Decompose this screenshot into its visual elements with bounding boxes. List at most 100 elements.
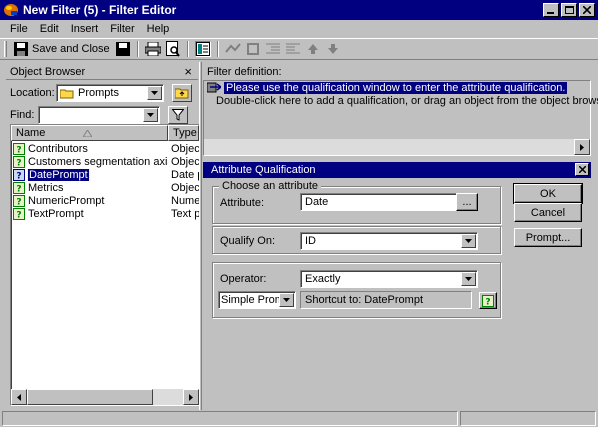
attribute-qualification-title: Attribute Qualification: [211, 164, 316, 176]
disabled-move-up-button[interactable]: [305, 41, 321, 57]
column-header-name[interactable]: Name: [11, 125, 168, 141]
cancel-label: Cancel: [530, 206, 566, 219]
filter-definition-label: Filter definition:: [207, 66, 282, 78]
list-item[interactable]: ? NumericPrompt Numer: [11, 194, 199, 207]
filter-button[interactable]: [168, 106, 188, 124]
find-label: Find:: [10, 109, 35, 121]
browse-attribute-button[interactable]: ...: [456, 193, 478, 211]
location-dropdown-arrow[interactable]: [147, 86, 162, 100]
cancel-button[interactable]: Cancel: [514, 203, 582, 222]
find-input[interactable]: [38, 106, 160, 124]
prompt-icon: ?: [13, 142, 25, 155]
prompt-icon: ?: [482, 294, 494, 307]
chevron-down-icon: [465, 239, 472, 243]
chevron-down-icon: [465, 277, 472, 281]
item-type: Object: [171, 155, 199, 168]
operator-dropdown[interactable]: Exactly: [300, 270, 478, 288]
prompt-button[interactable]: Prompt...: [514, 228, 582, 247]
find-dropdown-arrow[interactable]: [143, 108, 158, 122]
parent-folder-button[interactable]: [172, 84, 192, 102]
location-value: Prompts: [78, 87, 119, 99]
save-and-close-button[interactable]: Save and Close: [11, 40, 113, 58]
menu-file[interactable]: File: [4, 23, 34, 35]
operator-label: Operator:: [220, 273, 267, 285]
location-dropdown[interactable]: Prompts: [56, 84, 164, 102]
print-preview-button[interactable]: [165, 41, 181, 57]
scroll-right-button[interactable]: [574, 139, 590, 155]
menu-edit[interactable]: Edit: [34, 23, 65, 35]
maximize-button[interactable]: [561, 3, 577, 17]
toolbar-separator: [186, 41, 189, 57]
filter-definition-panel: Filter definition: Please use the qualif…: [203, 64, 598, 156]
column-header-type[interactable]: Type: [168, 125, 199, 141]
menu-help[interactable]: Help: [141, 23, 176, 35]
object-browser-toggle-button[interactable]: [194, 41, 211, 57]
attribute-field[interactable]: Date: [300, 193, 457, 211]
svg-text:?: ?: [16, 210, 21, 220]
maximize-icon: [564, 6, 574, 14]
arrow-up-icon: [307, 44, 318, 54]
list-item[interactable]: ? Metrics Object: [11, 181, 199, 194]
toolbar: Save and Close: [0, 38, 598, 60]
object-list-hscrollbar[interactable]: [11, 389, 199, 405]
attribute-qualification-titlebar[interactable]: Attribute Qualification: [203, 162, 591, 178]
minimize-icon: [547, 12, 554, 14]
prompt-icon: ?: [13, 181, 25, 194]
item-name: Customers segmentation axis: [28, 155, 168, 168]
filter-line[interactable]: Double-click here to add a qualification…: [204, 94, 598, 107]
list-item[interactable]: ? Customers segmentation axis Object: [11, 155, 199, 168]
panel-splitter[interactable]: [199, 62, 202, 410]
filter-definition-area[interactable]: Please use the qualification window to e…: [203, 80, 598, 156]
minimize-button[interactable]: [543, 3, 559, 17]
arrow-down-icon: [327, 44, 338, 54]
scroll-thumb[interactable]: [27, 389, 153, 405]
menu-filter[interactable]: Filter: [104, 23, 140, 35]
filter-line-text: Please use the qualification window to e…: [224, 81, 568, 94]
scroll-right-button[interactable]: [183, 389, 199, 405]
edit-icon: [246, 43, 259, 55]
prompt-icon: ?: [13, 155, 25, 168]
item-type: Text p: [171, 207, 199, 220]
close-button[interactable]: [579, 3, 595, 17]
item-type: Numer: [171, 194, 199, 207]
arrow-left-icon: [17, 393, 21, 401]
prompt-shortcut-button[interactable]: ?: [479, 292, 497, 309]
toolbar-separator: [216, 41, 219, 57]
browse-label: ...: [462, 196, 472, 208]
qualify-on-dropdown[interactable]: ID: [300, 232, 478, 250]
menu-insert[interactable]: Insert: [65, 23, 105, 35]
list-item[interactable]: ? TextPrompt Text p: [11, 207, 199, 220]
ok-label: OK: [540, 187, 556, 200]
window-titlebar[interactable]: New Filter (5) - Filter Editor: [0, 0, 598, 20]
filter-line-selected[interactable]: Please use the qualification window to e…: [204, 81, 590, 94]
attribute-qualification-close-button[interactable]: [575, 163, 589, 176]
disabled-outdent-button[interactable]: [285, 41, 301, 57]
value-type-dropdown-arrow[interactable]: [279, 293, 294, 307]
list-item[interactable]: ? Contributors Object: [11, 142, 199, 155]
toolbar-grip[interactable]: [4, 41, 7, 57]
sort-ascending-icon: [83, 129, 93, 137]
arrow-right-icon: [580, 143, 584, 151]
status-pane-secondary: [460, 411, 596, 426]
item-name: NumericPrompt: [28, 194, 105, 207]
disabled-indent-button[interactable]: [265, 41, 281, 57]
list-item-selected[interactable]: ? DatePrompt Date p: [11, 168, 199, 181]
object-list: Name Type ? Contributors Object ? Custom…: [10, 124, 200, 406]
disabled-move-down-button[interactable]: [325, 41, 341, 57]
ok-button[interactable]: OK: [513, 183, 583, 204]
status-bar: [0, 410, 598, 427]
window-title: New Filter (5) - Filter Editor: [23, 3, 177, 17]
value-type-dropdown[interactable]: Simple Prom: [218, 291, 296, 309]
print-button[interactable]: [144, 41, 161, 57]
filter-definition-hscrollbar[interactable]: [204, 139, 590, 155]
save-button[interactable]: [115, 41, 131, 57]
scroll-left-button[interactable]: [11, 389, 27, 405]
object-browser-close-button[interactable]: ×: [184, 64, 192, 79]
disabled-tool-2[interactable]: [245, 41, 261, 57]
object-list-header: Name Type: [11, 125, 199, 141]
print-icon: [144, 42, 161, 56]
operator-dropdown-arrow[interactable]: [461, 272, 476, 286]
item-name: Metrics: [28, 181, 64, 194]
disabled-tool-1[interactable]: [224, 41, 241, 57]
qualify-on-dropdown-arrow[interactable]: [461, 234, 476, 248]
